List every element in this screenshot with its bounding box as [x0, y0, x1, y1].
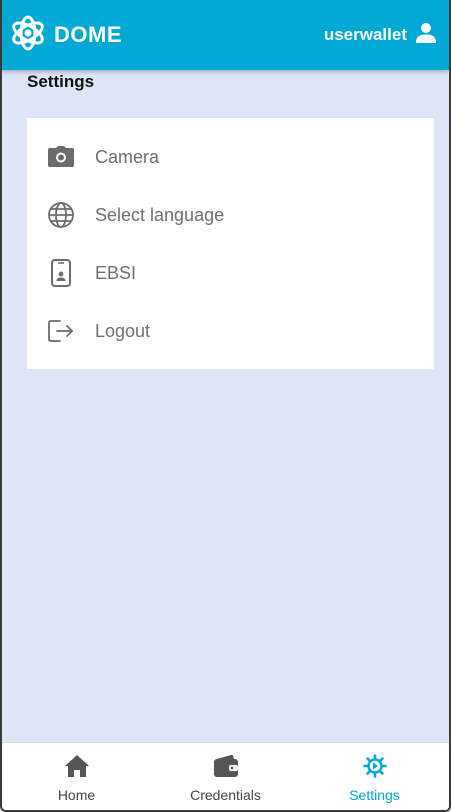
wallet-icon: [213, 754, 239, 783]
nav-item-home[interactable]: Home: [2, 743, 151, 810]
brand[interactable]: DOME: [8, 13, 122, 58]
settings-item-label: Camera: [95, 146, 160, 167]
app-header: DOME userwallet: [2, 0, 449, 70]
nav-item-credentials[interactable]: Credentials: [151, 743, 300, 810]
settings-item-logout[interactable]: Logout: [27, 302, 434, 360]
settings-item-label: Logout: [95, 320, 151, 341]
brand-name: DOME: [54, 22, 122, 47]
settings-item-camera[interactable]: Camera: [27, 128, 434, 186]
settings-item-language[interactable]: Select language: [27, 186, 434, 244]
user-icon: [415, 22, 437, 49]
nav-label: Settings: [349, 787, 400, 803]
user-menu[interactable]: userwallet: [324, 22, 437, 49]
settings-item-label: EBSI: [95, 262, 137, 283]
logout-icon: [47, 317, 75, 345]
gear-icon: [362, 754, 387, 783]
nav-item-settings[interactable]: Settings: [300, 743, 449, 810]
nav-label: Home: [57, 787, 96, 803]
nav-label: Credentials: [190, 787, 261, 803]
settings-item-ebsi[interactable]: EBSI: [27, 244, 434, 302]
settings-card: Camera Select language EBSI Logout: [27, 118, 434, 369]
dome-logo-icon: [8, 13, 48, 58]
home-icon: [64, 754, 90, 783]
app-frame: DOME userwallet Settings Camera Select l…: [0, 0, 451, 812]
id-phone-icon: [47, 259, 75, 287]
settings-item-label: Select language: [95, 204, 225, 225]
username: userwallet: [323, 25, 407, 44]
page-title: Settings: [27, 72, 95, 91]
bottom-navigation: Home Credentials Settings: [2, 742, 449, 810]
globe-icon: [47, 201, 75, 229]
camera-icon: [47, 143, 75, 171]
